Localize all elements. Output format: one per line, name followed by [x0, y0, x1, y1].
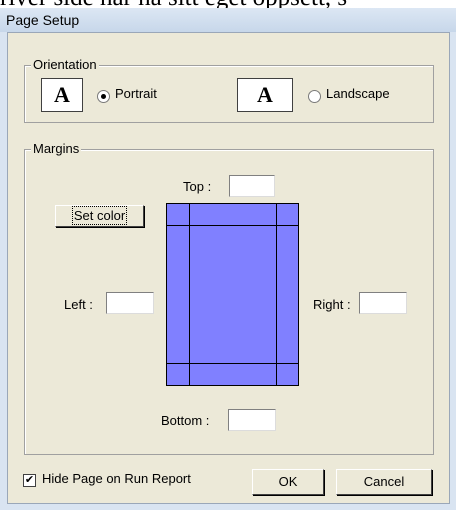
orientation-group: Orientation A Portrait A Landscape — [24, 57, 434, 123]
bottom-margin-input[interactable] — [228, 409, 276, 431]
right-margin-input[interactable] — [359, 292, 407, 314]
set-color-button[interactable]: Set color — [55, 205, 144, 227]
top-margin-line — [167, 225, 298, 226]
portrait-label[interactable]: Portrait — [115, 86, 157, 101]
left-margin-line — [189, 204, 190, 385]
set-color-label: Set color — [71, 206, 128, 225]
left-margin-input[interactable] — [106, 292, 154, 314]
dialog-client-area: Orientation A Portrait A Landscape Margi… — [7, 32, 450, 504]
hide-page-label[interactable]: Hide Page on Run Report — [42, 471, 191, 486]
window-title: Page Setup — [6, 12, 80, 28]
page-setup-dialog: Page Setup Orientation A Portrait A Land… — [0, 8, 456, 510]
landscape-label[interactable]: Landscape — [326, 86, 390, 101]
cancel-button[interactable]: Cancel — [336, 469, 432, 495]
top-margin-input[interactable] — [229, 175, 275, 197]
ok-button[interactable]: OK — [252, 469, 324, 495]
right-margin-line — [276, 204, 277, 385]
bottom-margin-line — [167, 363, 298, 364]
portrait-radio[interactable] — [97, 90, 110, 103]
orientation-group-label: Orientation — [31, 57, 99, 72]
top-margin-label: Top : — [183, 179, 212, 194]
cancel-button-label: Cancel — [363, 474, 405, 489]
title-bar[interactable]: Page Setup — [0, 8, 456, 32]
right-margin-label: Right : — [313, 297, 351, 312]
landscape-preview-icon: A — [237, 78, 293, 112]
ok-button-label: OK — [278, 474, 298, 489]
bottom-margin-label: Bottom : — [161, 413, 210, 428]
landscape-radio[interactable] — [308, 90, 321, 103]
portrait-preview-icon: A — [41, 78, 83, 112]
margin-preview — [166, 203, 299, 386]
margins-group-label: Margins — [31, 141, 82, 156]
hide-page-checkbox[interactable]: ✔ — [23, 474, 36, 487]
left-margin-label: Left : — [64, 297, 93, 312]
